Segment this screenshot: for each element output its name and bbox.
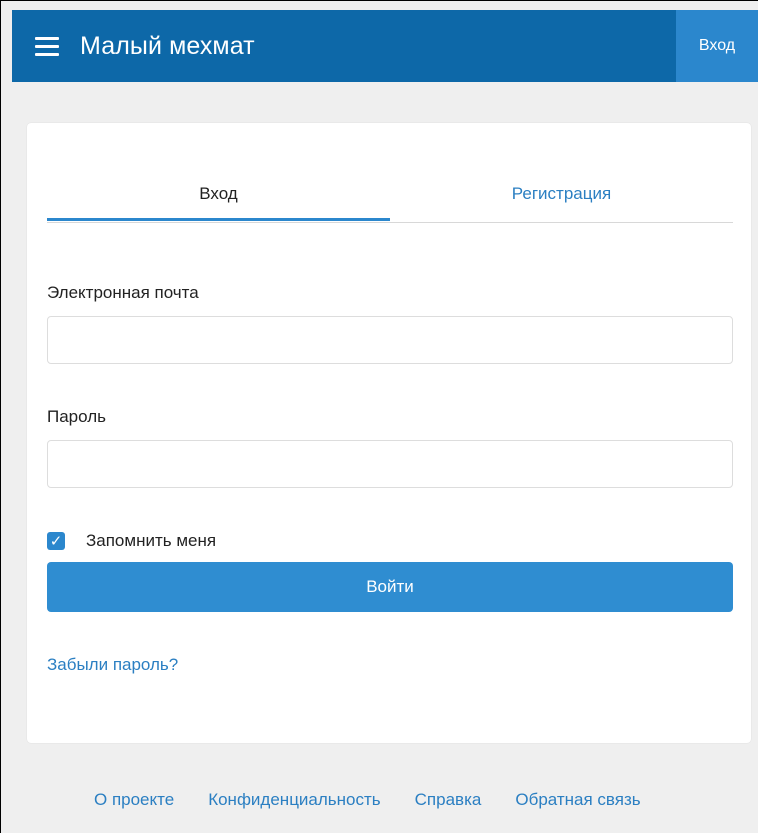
left-border bbox=[0, 0, 1, 833]
menu-icon-line bbox=[35, 37, 59, 40]
password-label: Пароль bbox=[47, 407, 106, 426]
app-header: Малый мехмат Вход bbox=[12, 10, 758, 82]
remember-me-row: ✓ Запомнить меня bbox=[47, 530, 216, 552]
page-frame: Малый мехмат Вход Вход Регистрация Элект… bbox=[0, 0, 758, 833]
email-label: Электронная почта bbox=[47, 283, 199, 302]
footer-links: О проекте Конфиденциальность Справка Обр… bbox=[94, 788, 641, 812]
header-login-button[interactable]: Вход bbox=[676, 10, 758, 82]
email-field[interactable] bbox=[47, 316, 733, 364]
footer-link-about[interactable]: О проекте bbox=[94, 790, 174, 810]
top-border bbox=[0, 0, 758, 1]
remember-me-checkbox[interactable]: ✓ bbox=[47, 532, 65, 550]
menu-button[interactable] bbox=[24, 10, 70, 82]
checkmark-icon: ✓ bbox=[49, 532, 63, 550]
tab-login[interactable]: Вход bbox=[47, 173, 390, 221]
menu-icon-line bbox=[35, 53, 59, 56]
menu-icon bbox=[35, 36, 59, 56]
footer-link-feedback[interactable]: Обратная связь bbox=[515, 790, 640, 810]
menu-icon-line bbox=[35, 45, 59, 48]
tab-registration[interactable]: Регистрация bbox=[390, 173, 733, 221]
remember-me-label[interactable]: Запомнить меня bbox=[86, 531, 216, 551]
login-card: Вход Регистрация Электронная почта Парол… bbox=[27, 123, 751, 743]
auth-tabs: Вход Регистрация bbox=[47, 173, 733, 223]
footer-link-help[interactable]: Справка bbox=[415, 790, 482, 810]
login-submit-button[interactable]: Войти bbox=[47, 562, 733, 612]
app-title: Малый мехмат bbox=[80, 32, 255, 60]
footer-link-privacy[interactable]: Конфиденциальность bbox=[208, 790, 380, 810]
forgot-password-link[interactable]: Забыли пароль? bbox=[47, 655, 178, 675]
password-field[interactable] bbox=[47, 440, 733, 488]
